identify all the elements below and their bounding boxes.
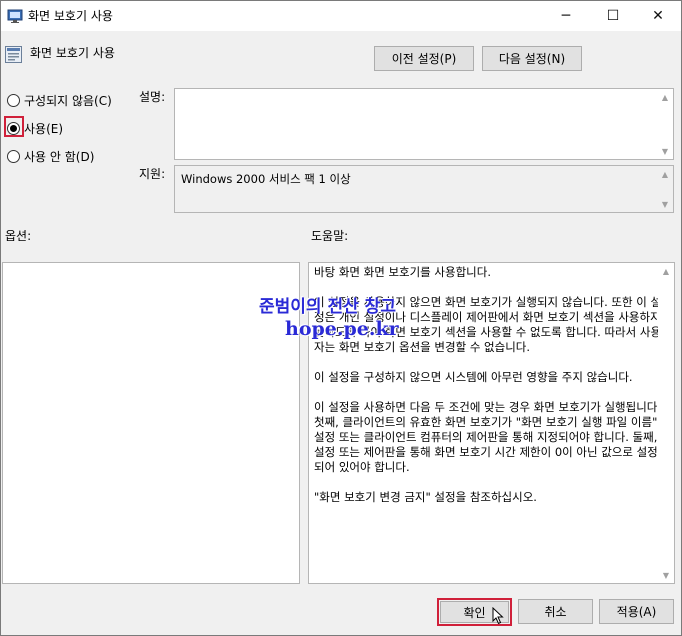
scroll-down-icon[interactable]: ▼ (658, 567, 674, 583)
scroll-up-icon[interactable]: ▲ (657, 166, 673, 182)
radio-dot (10, 125, 17, 132)
radio-enabled[interactable]: 사용(E) (7, 120, 63, 137)
watermark-title: 준범이의 전산 창고 (259, 297, 396, 317)
options-label: 옵션: (5, 229, 32, 243)
help-paragraph: 이 설정을 구성하지 않으면 시스템에 아무런 영향을 주지 않습니다. (314, 370, 633, 384)
radio-label: 구성되지 않음(C) (24, 94, 112, 108)
scroll-up-icon[interactable]: ▲ (658, 263, 674, 279)
scroll-up-icon[interactable]: ▲ (657, 89, 673, 105)
window-title: 화면 보호기 사용 (28, 9, 113, 23)
ok-label: 확인 (463, 605, 486, 620)
policy-title: 화면 보호기 사용 (30, 46, 115, 60)
previous-setting-button[interactable]: 이전 설정(P) (374, 46, 474, 71)
scroll-down-icon[interactable]: ▼ (657, 143, 673, 159)
minimize-button[interactable]: ─ (543, 1, 589, 31)
watermark-url: hope.pe.kr (285, 318, 399, 340)
options-panel (2, 262, 300, 584)
help-paragraph: 바탕 화면 화면 보호기를 사용합니다. (314, 265, 491, 279)
radio-disabled[interactable]: 사용 안 함(D) (7, 148, 94, 165)
comment-scrollbar[interactable]: ▲ ▼ (657, 89, 673, 159)
gpo-settings-icon (7, 8, 23, 24)
radio-label: 사용 안 함(D) (24, 150, 95, 164)
policy-setting-icon (5, 46, 22, 63)
apply-button[interactable]: 적용(A) (599, 599, 674, 624)
comment-label: 설명: (139, 90, 166, 104)
help-paragraph: 이 설정을 사용하면 다음 두 조건에 맞는 경우 화면 보호기가 실행됩니다.… (314, 400, 662, 474)
next-setting-button[interactable]: 다음 설정(N) (482, 46, 582, 71)
radio-circle (7, 122, 20, 135)
supported-scrollbar[interactable]: ▲ ▼ (657, 166, 673, 212)
close-button[interactable]: ✕ (635, 1, 681, 31)
help-scrollbar[interactable]: ▲ ▼ (658, 263, 674, 583)
radio-not-configured[interactable]: 구성되지 않음(C) (7, 92, 112, 109)
radio-circle (7, 94, 20, 107)
cancel-button[interactable]: 취소 (518, 599, 593, 624)
comment-textarea[interactable]: ▲ ▼ (174, 88, 674, 160)
radio-label: 사용(E) (24, 122, 64, 136)
radio-circle (7, 150, 20, 163)
title-bar: 화면 보호기 사용 ─ ☐ ✕ (1, 1, 681, 31)
maximize-icon: ☐ (606, 8, 620, 24)
help-paragraph: "화면 보호기 변경 금지" 설정을 참조하십시오. (314, 490, 537, 504)
supported-value: Windows 2000 서비스 팩 1 이상 (181, 172, 351, 186)
policy-dialog-window: 화면 보호기 사용 ─ ☐ ✕ 화면 보호기 사용 이전 설정(P) 다음 설정… (0, 0, 682, 636)
close-icon: ✕ (652, 8, 664, 24)
maximize-button[interactable]: ☐ (590, 1, 636, 31)
mouse-cursor-icon (492, 606, 504, 628)
supported-label: 지원: (139, 167, 166, 181)
supported-on-field: Windows 2000 서비스 팩 1 이상 ▲ ▼ (174, 165, 674, 213)
help-label: 도움말: (311, 229, 349, 243)
scroll-down-icon[interactable]: ▼ (657, 196, 673, 212)
minimize-icon: ─ (561, 8, 571, 24)
